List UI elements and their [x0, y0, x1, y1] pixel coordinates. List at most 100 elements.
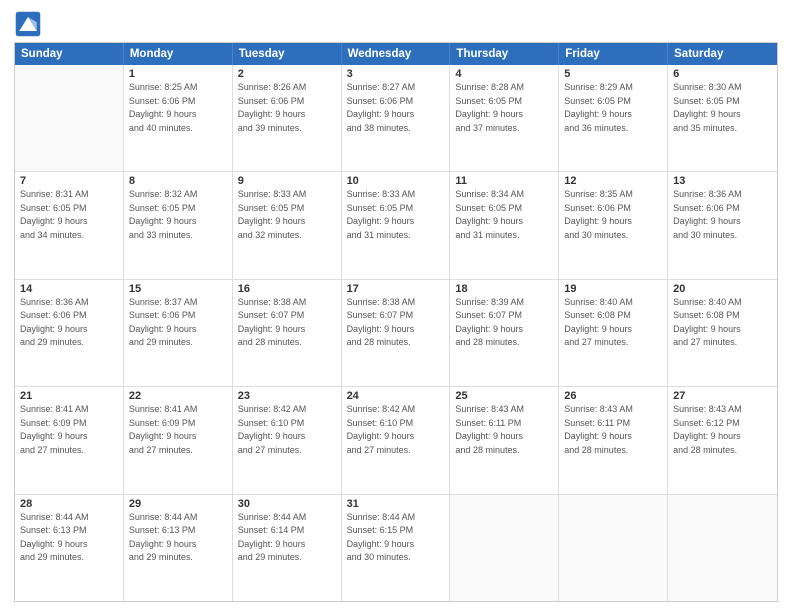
day-info: Sunrise: 8:39 AMSunset: 6:07 PMDaylight:… [455, 296, 553, 350]
day-info: Sunrise: 8:44 AMSunset: 6:15 PMDaylight:… [347, 511, 445, 565]
day-info: Sunrise: 8:34 AMSunset: 6:05 PMDaylight:… [455, 188, 553, 242]
header-day-friday: Friday [559, 43, 668, 65]
calendar-cell-w2-d4: 18Sunrise: 8:39 AMSunset: 6:07 PMDayligh… [450, 280, 559, 386]
day-info: Sunrise: 8:37 AMSunset: 6:06 PMDaylight:… [129, 296, 227, 350]
day-number: 3 [347, 68, 445, 80]
calendar-cell-w3-d2: 23Sunrise: 8:42 AMSunset: 6:10 PMDayligh… [233, 387, 342, 493]
day-number: 18 [455, 283, 553, 295]
calendar-cell-w2-d0: 14Sunrise: 8:36 AMSunset: 6:06 PMDayligh… [15, 280, 124, 386]
day-number: 11 [455, 175, 553, 187]
calendar: SundayMondayTuesdayWednesdayThursdayFrid… [14, 42, 778, 602]
day-info: Sunrise: 8:33 AMSunset: 6:05 PMDaylight:… [238, 188, 336, 242]
day-info: Sunrise: 8:36 AMSunset: 6:06 PMDaylight:… [20, 296, 118, 350]
day-info: Sunrise: 8:42 AMSunset: 6:10 PMDaylight:… [347, 403, 445, 457]
header-day-tuesday: Tuesday [233, 43, 342, 65]
day-number: 4 [455, 68, 553, 80]
calendar-cell-w0-d0 [15, 65, 124, 171]
day-info: Sunrise: 8:35 AMSunset: 6:06 PMDaylight:… [564, 188, 662, 242]
day-number: 23 [238, 390, 336, 402]
calendar-cell-w2-d5: 19Sunrise: 8:40 AMSunset: 6:08 PMDayligh… [559, 280, 668, 386]
day-number: 12 [564, 175, 662, 187]
calendar-cell-w4-d0: 28Sunrise: 8:44 AMSunset: 6:13 PMDayligh… [15, 495, 124, 601]
calendar-cell-w3-d6: 27Sunrise: 8:43 AMSunset: 6:12 PMDayligh… [668, 387, 777, 493]
day-info: Sunrise: 8:42 AMSunset: 6:10 PMDaylight:… [238, 403, 336, 457]
day-number: 10 [347, 175, 445, 187]
day-info: Sunrise: 8:25 AMSunset: 6:06 PMDaylight:… [129, 81, 227, 135]
calendar-row-2: 14Sunrise: 8:36 AMSunset: 6:06 PMDayligh… [15, 279, 777, 386]
day-info: Sunrise: 8:38 AMSunset: 6:07 PMDaylight:… [238, 296, 336, 350]
day-number: 27 [673, 390, 772, 402]
logo-area [14, 10, 44, 38]
calendar-cell-w1-d1: 8Sunrise: 8:32 AMSunset: 6:05 PMDaylight… [124, 172, 233, 278]
day-info: Sunrise: 8:40 AMSunset: 6:08 PMDaylight:… [564, 296, 662, 350]
day-number: 1 [129, 68, 227, 80]
day-number: 31 [347, 498, 445, 510]
calendar-cell-w3-d3: 24Sunrise: 8:42 AMSunset: 6:10 PMDayligh… [342, 387, 451, 493]
calendar-cell-w4-d6 [668, 495, 777, 601]
calendar-cell-w0-d6: 6Sunrise: 8:30 AMSunset: 6:05 PMDaylight… [668, 65, 777, 171]
day-info: Sunrise: 8:41 AMSunset: 6:09 PMDaylight:… [129, 403, 227, 457]
calendar-cell-w2-d3: 17Sunrise: 8:38 AMSunset: 6:07 PMDayligh… [342, 280, 451, 386]
day-info: Sunrise: 8:43 AMSunset: 6:12 PMDaylight:… [673, 403, 772, 457]
day-info: Sunrise: 8:44 AMSunset: 6:14 PMDaylight:… [238, 511, 336, 565]
day-number: 9 [238, 175, 336, 187]
calendar-row-4: 28Sunrise: 8:44 AMSunset: 6:13 PMDayligh… [15, 494, 777, 601]
calendar-row-0: 1Sunrise: 8:25 AMSunset: 6:06 PMDaylight… [15, 65, 777, 171]
calendar-cell-w4-d1: 29Sunrise: 8:44 AMSunset: 6:13 PMDayligh… [124, 495, 233, 601]
day-info: Sunrise: 8:41 AMSunset: 6:09 PMDaylight:… [20, 403, 118, 457]
day-info: Sunrise: 8:26 AMSunset: 6:06 PMDaylight:… [238, 81, 336, 135]
calendar-cell-w0-d4: 4Sunrise: 8:28 AMSunset: 6:05 PMDaylight… [450, 65, 559, 171]
calendar-cell-w4-d3: 31Sunrise: 8:44 AMSunset: 6:15 PMDayligh… [342, 495, 451, 601]
calendar-header: SundayMondayTuesdayWednesdayThursdayFrid… [15, 43, 777, 65]
header-day-monday: Monday [124, 43, 233, 65]
day-info: Sunrise: 8:32 AMSunset: 6:05 PMDaylight:… [129, 188, 227, 242]
header [14, 10, 778, 38]
calendar-cell-w0-d1: 1Sunrise: 8:25 AMSunset: 6:06 PMDaylight… [124, 65, 233, 171]
day-number: 8 [129, 175, 227, 187]
day-info: Sunrise: 8:44 AMSunset: 6:13 PMDaylight:… [20, 511, 118, 565]
day-number: 5 [564, 68, 662, 80]
calendar-cell-w2-d6: 20Sunrise: 8:40 AMSunset: 6:08 PMDayligh… [668, 280, 777, 386]
calendar-cell-w3-d1: 22Sunrise: 8:41 AMSunset: 6:09 PMDayligh… [124, 387, 233, 493]
calendar-cell-w0-d3: 3Sunrise: 8:27 AMSunset: 6:06 PMDaylight… [342, 65, 451, 171]
header-day-sunday: Sunday [15, 43, 124, 65]
header-day-wednesday: Wednesday [342, 43, 451, 65]
day-number: 15 [129, 283, 227, 295]
header-day-saturday: Saturday [668, 43, 777, 65]
calendar-cell-w0-d2: 2Sunrise: 8:26 AMSunset: 6:06 PMDaylight… [233, 65, 342, 171]
calendar-cell-w3-d5: 26Sunrise: 8:43 AMSunset: 6:11 PMDayligh… [559, 387, 668, 493]
calendar-cell-w4-d2: 30Sunrise: 8:44 AMSunset: 6:14 PMDayligh… [233, 495, 342, 601]
day-number: 30 [238, 498, 336, 510]
calendar-cell-w4-d5 [559, 495, 668, 601]
day-info: Sunrise: 8:36 AMSunset: 6:06 PMDaylight:… [673, 188, 772, 242]
day-info: Sunrise: 8:27 AMSunset: 6:06 PMDaylight:… [347, 81, 445, 135]
calendar-cell-w1-d6: 13Sunrise: 8:36 AMSunset: 6:06 PMDayligh… [668, 172, 777, 278]
calendar-cell-w2-d1: 15Sunrise: 8:37 AMSunset: 6:06 PMDayligh… [124, 280, 233, 386]
calendar-cell-w4-d4 [450, 495, 559, 601]
calendar-cell-w1-d5: 12Sunrise: 8:35 AMSunset: 6:06 PMDayligh… [559, 172, 668, 278]
day-number: 2 [238, 68, 336, 80]
day-number: 24 [347, 390, 445, 402]
day-info: Sunrise: 8:43 AMSunset: 6:11 PMDaylight:… [455, 403, 553, 457]
page: SundayMondayTuesdayWednesdayThursdayFrid… [0, 0, 792, 612]
day-info: Sunrise: 8:33 AMSunset: 6:05 PMDaylight:… [347, 188, 445, 242]
calendar-cell-w3-d0: 21Sunrise: 8:41 AMSunset: 6:09 PMDayligh… [15, 387, 124, 493]
day-number: 17 [347, 283, 445, 295]
day-number: 19 [564, 283, 662, 295]
day-info: Sunrise: 8:28 AMSunset: 6:05 PMDaylight:… [455, 81, 553, 135]
day-info: Sunrise: 8:43 AMSunset: 6:11 PMDaylight:… [564, 403, 662, 457]
calendar-cell-w1-d4: 11Sunrise: 8:34 AMSunset: 6:05 PMDayligh… [450, 172, 559, 278]
calendar-body: 1Sunrise: 8:25 AMSunset: 6:06 PMDaylight… [15, 65, 777, 601]
day-number: 13 [673, 175, 772, 187]
calendar-cell-w1-d3: 10Sunrise: 8:33 AMSunset: 6:05 PMDayligh… [342, 172, 451, 278]
day-number: 14 [20, 283, 118, 295]
day-number: 26 [564, 390, 662, 402]
day-info: Sunrise: 8:38 AMSunset: 6:07 PMDaylight:… [347, 296, 445, 350]
calendar-cell-w1-d0: 7Sunrise: 8:31 AMSunset: 6:05 PMDaylight… [15, 172, 124, 278]
day-info: Sunrise: 8:29 AMSunset: 6:05 PMDaylight:… [564, 81, 662, 135]
calendar-row-1: 7Sunrise: 8:31 AMSunset: 6:05 PMDaylight… [15, 171, 777, 278]
calendar-cell-w3-d4: 25Sunrise: 8:43 AMSunset: 6:11 PMDayligh… [450, 387, 559, 493]
header-day-thursday: Thursday [450, 43, 559, 65]
day-number: 29 [129, 498, 227, 510]
calendar-cell-w1-d2: 9Sunrise: 8:33 AMSunset: 6:05 PMDaylight… [233, 172, 342, 278]
